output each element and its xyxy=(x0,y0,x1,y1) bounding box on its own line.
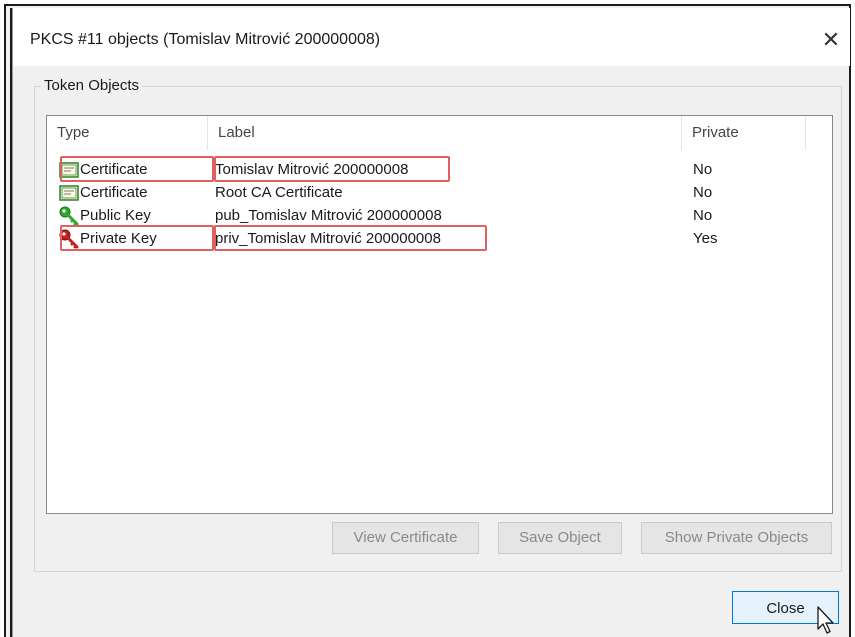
save-object-button[interactable]: Save Object xyxy=(498,522,622,554)
type-text: Certificate xyxy=(80,184,148,201)
column-header-private[interactable]: Private xyxy=(682,116,806,150)
label-cell: Root CA Certificate xyxy=(215,184,343,201)
private-cell: Yes xyxy=(693,230,718,247)
highlight-box-type xyxy=(60,156,214,182)
token-objects-group-title: Token Objects xyxy=(41,77,143,94)
show-private-objects-button[interactable]: Show Private Objects xyxy=(641,522,832,554)
private-cell: No xyxy=(693,207,713,224)
highlight-box-label xyxy=(214,156,450,182)
table-row[interactable]: Public Key pub_Tomislav Mitrović 2000000… xyxy=(47,204,832,227)
close-icon[interactable]: ✕ xyxy=(818,28,844,54)
pkcs11-objects-dialog: PKCS #11 objects (Tomislav Mitrović 2000… xyxy=(12,8,850,637)
token-objects-list[interactable]: Type Label Private Certificate Tomislav … xyxy=(46,115,833,514)
type-cell: Public Key xyxy=(59,204,151,227)
type-text: Public Key xyxy=(80,207,151,224)
list-header: Type Label Private xyxy=(47,116,832,150)
private-cell: No xyxy=(693,184,713,201)
dialog-title: PKCS #11 objects (Tomislav Mitrović 2000… xyxy=(30,31,381,48)
type-cell: Certificate xyxy=(59,181,148,204)
mouse-pointer-icon xyxy=(817,606,834,634)
table-row[interactable]: Certificate Root CA Certificate No xyxy=(47,181,832,204)
private-cell: No xyxy=(693,161,713,178)
certificate-icon xyxy=(59,184,79,201)
label-cell: pub_Tomislav Mitrović 200000008 xyxy=(215,207,442,224)
view-certificate-button[interactable]: View Certificate xyxy=(332,522,479,554)
column-header-type[interactable]: Type xyxy=(47,116,208,150)
highlight-box-label xyxy=(214,225,487,251)
green-key-icon xyxy=(59,206,79,226)
title-bar: PKCS #11 objects (Tomislav Mitrović 2000… xyxy=(13,8,850,66)
highlight-box-type xyxy=(60,225,214,251)
column-header-label[interactable]: Label xyxy=(208,116,682,150)
